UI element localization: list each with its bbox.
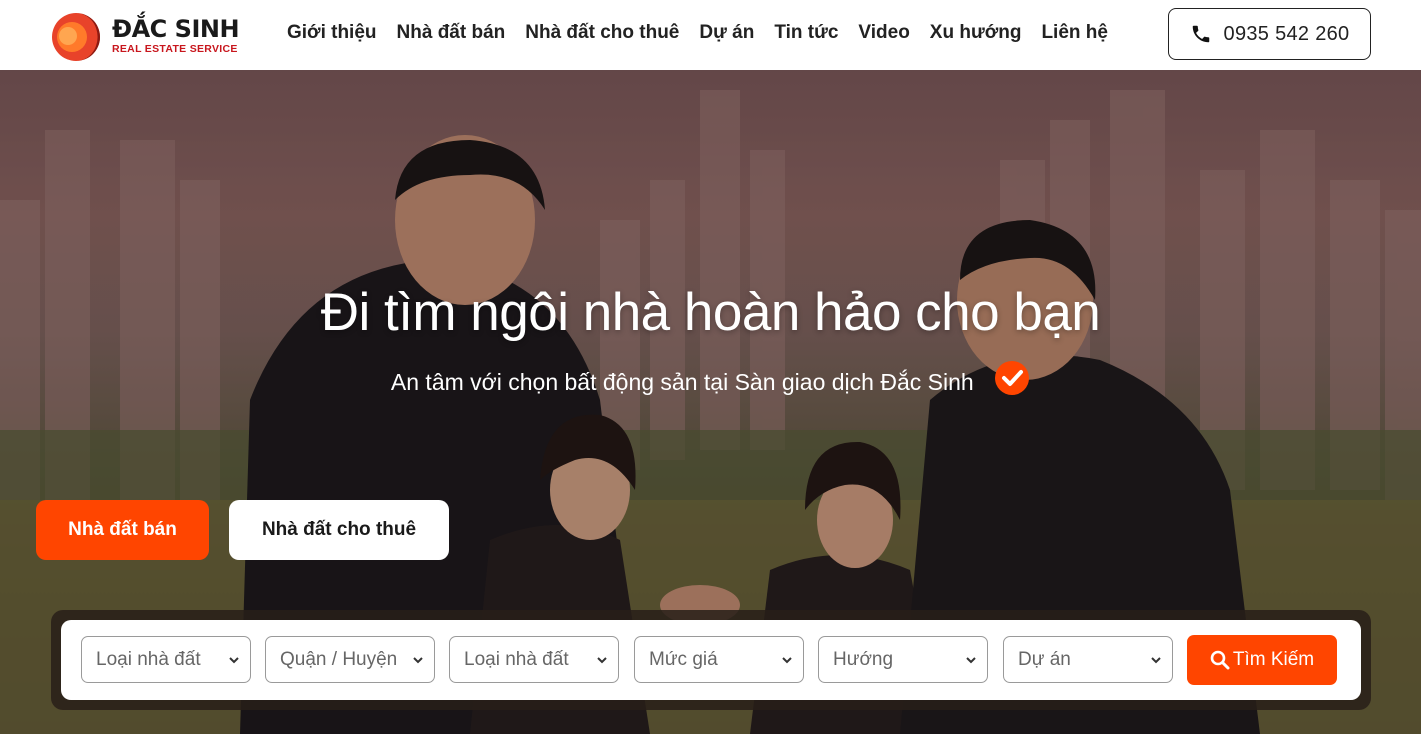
nav-item-gioi-thieu[interactable]: Giới thiệu	[287, 22, 377, 44]
hero-title: Đi tìm ngôi nhà hoàn hảo cho bạn	[320, 283, 1101, 342]
brand-tagline: REAL ESTATE SERVICE	[112, 43, 238, 56]
logo-text: ĐẮC SINH REAL ESTATE SERVICE	[112, 15, 240, 56]
property-type-select[interactable]: Loại nhà đất	[81, 636, 251, 683]
main-nav: Giới thiệu Nhà đất bán Nhà đất cho thuê …	[287, 22, 1128, 44]
nav-item-du-an[interactable]: Dự án	[699, 22, 754, 44]
nav-item-tin-tuc[interactable]: Tin tức	[774, 22, 838, 44]
tab-nha-dat-ban[interactable]: Nhà đất bán	[36, 500, 209, 560]
brand-logo[interactable]: ĐẮC SINH REAL ESTATE SERVICE	[50, 10, 240, 62]
hero-section: Đi tìm ngôi nhà hoàn hảo cho bạn An tâm …	[0, 70, 1421, 734]
nav-item-video[interactable]: Video	[858, 22, 909, 44]
direction-select[interactable]: Hướng	[818, 636, 988, 683]
chevron-down-icon	[782, 657, 792, 664]
chevron-down-icon	[229, 657, 239, 664]
check-circle-icon	[994, 360, 1030, 402]
nav-item-lien-he[interactable]: Liên hệ	[1041, 22, 1108, 44]
phone-icon	[1192, 25, 1209, 43]
price-value: Mức giá	[649, 648, 718, 670]
property-type-value: Loại nhà đất	[96, 648, 201, 670]
search-button-label: Tìm Kiếm	[1232, 649, 1315, 670]
nav-item-xu-huong[interactable]: Xu hướng	[930, 22, 1022, 44]
district-select[interactable]: Quận / Huyện	[265, 636, 435, 683]
chevron-down-icon	[1151, 657, 1161, 664]
logo-mark-icon	[52, 13, 100, 61]
search-button[interactable]: Tìm Kiếm	[1187, 635, 1337, 685]
chevron-down-icon	[597, 657, 607, 664]
nav-item-nha-dat-cho-thue[interactable]: Nhà đất cho thuê	[525, 22, 679, 44]
district-value: Quận / Huyện	[280, 648, 398, 670]
chevron-down-icon	[966, 657, 976, 664]
brand-name: ĐẮC SINH	[112, 15, 240, 44]
project-value: Dự án	[1018, 648, 1071, 670]
price-select[interactable]: Mức giá	[634, 636, 804, 683]
search-icon	[1210, 650, 1230, 670]
search-panel: Loại nhà đất Quận / Huyện Loại nhà đất M…	[51, 610, 1371, 710]
hero-subtitle: An tâm với chọn bất động sản tại Sàn gia…	[0, 361, 1421, 402]
hero-subtitle-text: An tâm với chọn bất động sản tại Sàn gia…	[390, 369, 974, 396]
direction-value: Hướng	[833, 648, 894, 670]
site-header: ĐẮC SINH REAL ESTATE SERVICE Giới thiệu …	[0, 0, 1421, 70]
project-select[interactable]: Dự án	[1003, 636, 1173, 683]
tab-nha-dat-cho-thue[interactable]: Nhà đất cho thuê	[229, 500, 449, 560]
search-form: Loại nhà đất Quận / Huyện Loại nhà đất M…	[61, 620, 1361, 700]
property-type-select-2[interactable]: Loại nhà đất	[449, 636, 619, 683]
nav-item-nha-dat-ban[interactable]: Nhà đất bán	[397, 22, 506, 44]
phone-button[interactable]: 0935 542 260	[1168, 8, 1371, 60]
property-type-2-value: Loại nhà đất	[464, 648, 569, 670]
chevron-down-icon	[413, 657, 423, 664]
phone-number: 0935 542 260	[1223, 22, 1350, 45]
